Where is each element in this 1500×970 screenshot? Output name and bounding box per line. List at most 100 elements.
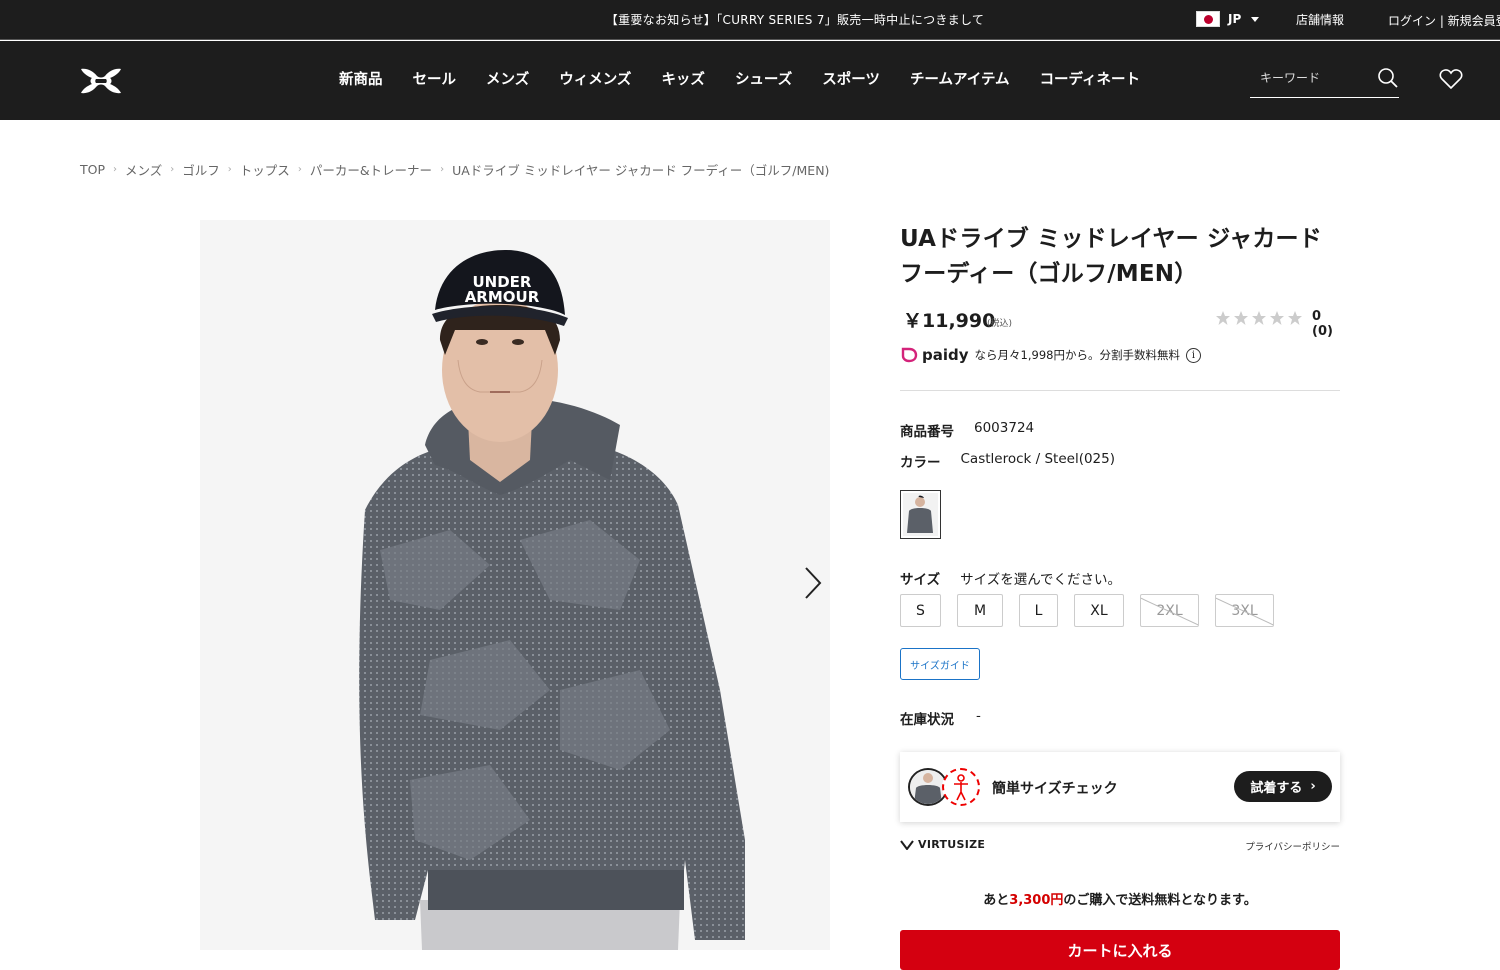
- product-title-line-2: フーディー（ゴルフ/MEN）: [900, 261, 1198, 287]
- breadcrumb: TOP › メンズ › ゴルフ › トップス › パーカー&トレーナー › UAドライブ …: [80, 160, 829, 179]
- cap-brand-lettering: ARMOUR: [465, 288, 540, 306]
- size-options: S M L XL 2XL 3XL: [900, 594, 1274, 627]
- star-icon: [1252, 311, 1266, 325]
- main-header: 新商品 セール メンズ ウィメンズ キッズ シューズ スポーツ チームアイテム …: [0, 41, 1500, 120]
- product-info: UAドライブ ミッドレイヤー ジャカード フーディー（ゴルフ/MEN） ￥11,…: [900, 222, 1340, 970]
- nav-team-items[interactable]: チームアイテム: [910, 68, 1010, 89]
- star-icon: [1234, 311, 1248, 325]
- language-label: JP: [1228, 12, 1242, 26]
- nav-coordinate[interactable]: コーディネート: [1040, 68, 1140, 89]
- virtusize-logo-icon: [900, 839, 914, 850]
- free-ship-prefix: あと: [983, 893, 1010, 908]
- star-icon: [1288, 311, 1302, 325]
- size-guide-button[interactable]: サイズガイド: [900, 648, 980, 680]
- try-on-label: 試着する: [1250, 781, 1303, 796]
- chevron-down-icon: [1251, 16, 1260, 22]
- star-icon: [1270, 311, 1284, 325]
- body-figure-icon: [954, 774, 968, 801]
- product-photo: UNDER ARMOUR: [200, 220, 830, 950]
- nav-kids[interactable]: キッズ: [661, 68, 705, 89]
- product-title-line-1: UAドライブ ミッドレイヤー ジャカード: [900, 226, 1322, 252]
- size-prompt: サイズを選んでください。: [960, 572, 1122, 588]
- breadcrumb-top[interactable]: TOP: [80, 162, 105, 177]
- breadcrumb-current: UAドライブ ミッドレイヤー ジャカード フーディー（ゴルフ/MEN): [452, 163, 830, 178]
- announcement-bar: 【重要なお知らせ】「CURRY SERIES 7」販売一時中止につきまして JP…: [0, 0, 1500, 40]
- review-count[interactable]: 0 (0): [1312, 309, 1340, 339]
- sku-value: 6003724: [974, 420, 1035, 436]
- virtusize-brand: VIRTUSIZE: [900, 838, 985, 851]
- stock-label: 在庫状況: [900, 712, 954, 728]
- breadcrumb-golf[interactable]: ゴルフ: [182, 160, 220, 179]
- sku-label: 商品番号: [900, 424, 954, 440]
- under-armour-logo-icon[interactable]: [79, 68, 123, 94]
- nav-sale[interactable]: セール: [413, 68, 457, 89]
- breadcrumb-tops[interactable]: トップス: [240, 160, 290, 179]
- add-to-cart-button[interactable]: カートに入れる: [900, 930, 1340, 970]
- size-option-xl[interactable]: XL: [1074, 594, 1124, 627]
- nav-shoes[interactable]: シューズ: [735, 68, 792, 89]
- privacy-policy-link[interactable]: プライバシーポリシー: [1245, 839, 1340, 853]
- nav-mens[interactable]: メンズ: [486, 68, 529, 89]
- color-row: カラー Castlerock / Steel(025): [900, 451, 1115, 471]
- color-label: カラー: [900, 455, 941, 471]
- nav-new-arrivals[interactable]: 新商品: [339, 68, 383, 89]
- stock-row: 在庫状況 -: [900, 708, 981, 728]
- product-price: ￥11,990: [903, 310, 996, 332]
- color-swatch-thumbnail: [903, 493, 938, 536]
- store-info-link[interactable]: 店舗情報: [1296, 11, 1344, 28]
- divider: [900, 390, 1340, 391]
- nav-sports[interactable]: スポーツ: [822, 68, 880, 89]
- paidy-installment: paidy なら月々1,998円から。分割手数料無料 i: [900, 346, 1201, 364]
- chevron-right-icon: ›: [440, 164, 445, 175]
- search-icon[interactable]: [1377, 67, 1399, 89]
- rating-stars[interactable]: [1215, 310, 1303, 326]
- chevron-right-icon: ›: [113, 164, 118, 175]
- paidy-text: なら月々1,998円から。分割手数料無料: [974, 348, 1180, 362]
- paidy-brand: paidy: [922, 346, 969, 364]
- announcement-text[interactable]: 【重要なお知らせ】「CURRY SERIES 7」販売一時中止につきまして: [0, 11, 1500, 28]
- japan-flag-icon: [1196, 11, 1220, 27]
- login-register-link[interactable]: ログイン | 新規会員登録: [1388, 12, 1500, 29]
- paidy-icon: [901, 347, 918, 363]
- next-image-arrow-icon[interactable]: [802, 566, 824, 600]
- wishlist-heart-icon[interactable]: [1439, 68, 1463, 90]
- search-input[interactable]: [1260, 71, 1370, 85]
- breadcrumb-mens[interactable]: メンズ: [125, 160, 162, 179]
- virtusize-widget: 簡単サイズチェック 試着する ›: [900, 752, 1340, 822]
- size-option-m[interactable]: M: [957, 594, 1003, 627]
- product-title: UAドライブ ミッドレイヤー ジャカード フーディー（ゴルフ/MEN）: [900, 222, 1340, 292]
- info-icon[interactable]: i: [1185, 347, 1201, 363]
- breadcrumb-hoodies[interactable]: パーカー&トレーナー: [310, 160, 432, 179]
- main-navigation: 新商品 セール メンズ ウィメンズ キッズ シューズ スポーツ チームアイテム …: [339, 68, 1140, 89]
- size-option-2xl[interactable]: 2XL: [1140, 594, 1199, 627]
- size-option-l[interactable]: L: [1019, 594, 1058, 627]
- try-on-button[interactable]: 試着する ›: [1234, 771, 1332, 802]
- free-ship-amount: 3,300円: [1009, 893, 1064, 908]
- size-label: サイズ: [900, 572, 941, 588]
- price-row: ￥11,990 (税込) 0 (0): [900, 306, 1340, 339]
- stock-value: -: [976, 708, 981, 724]
- chevron-right-icon: ›: [297, 164, 302, 175]
- nav-womens[interactable]: ウィメンズ: [559, 68, 631, 89]
- color-swatch[interactable]: [900, 490, 941, 539]
- size-option-3xl[interactable]: 3XL: [1215, 594, 1274, 627]
- size-row: サイズ サイズを選んでください。: [900, 568, 1121, 588]
- free-shipping-note: あと3,300円のご購入で送料無料となります。: [900, 889, 1340, 908]
- size-option-s[interactable]: S: [900, 594, 941, 627]
- chevron-right-icon: ›: [227, 164, 232, 175]
- sku-row: 商品番号 6003724: [900, 420, 1034, 440]
- tax-note: (税込): [987, 319, 1013, 329]
- chevron-right-icon: ›: [1310, 779, 1316, 794]
- language-selector[interactable]: JP: [1196, 11, 1260, 27]
- free-ship-suffix: のご購入で送料無料となります。: [1063, 893, 1257, 908]
- virtusize-text: 簡単サイズチェック: [992, 781, 1118, 797]
- product-image[interactable]: UNDER ARMOUR: [200, 220, 830, 950]
- virtusize-brand-label: VIRTUSIZE: [918, 838, 986, 851]
- color-value: Castlerock / Steel(025): [960, 451, 1116, 467]
- virtusize-body-icon: [942, 768, 980, 806]
- search-box: [1250, 63, 1399, 98]
- paidy-logo: paidy: [900, 346, 969, 364]
- virtusize-product-image: [910, 770, 946, 804]
- chevron-right-icon: ›: [170, 164, 175, 175]
- star-icon: [1216, 311, 1230, 325]
